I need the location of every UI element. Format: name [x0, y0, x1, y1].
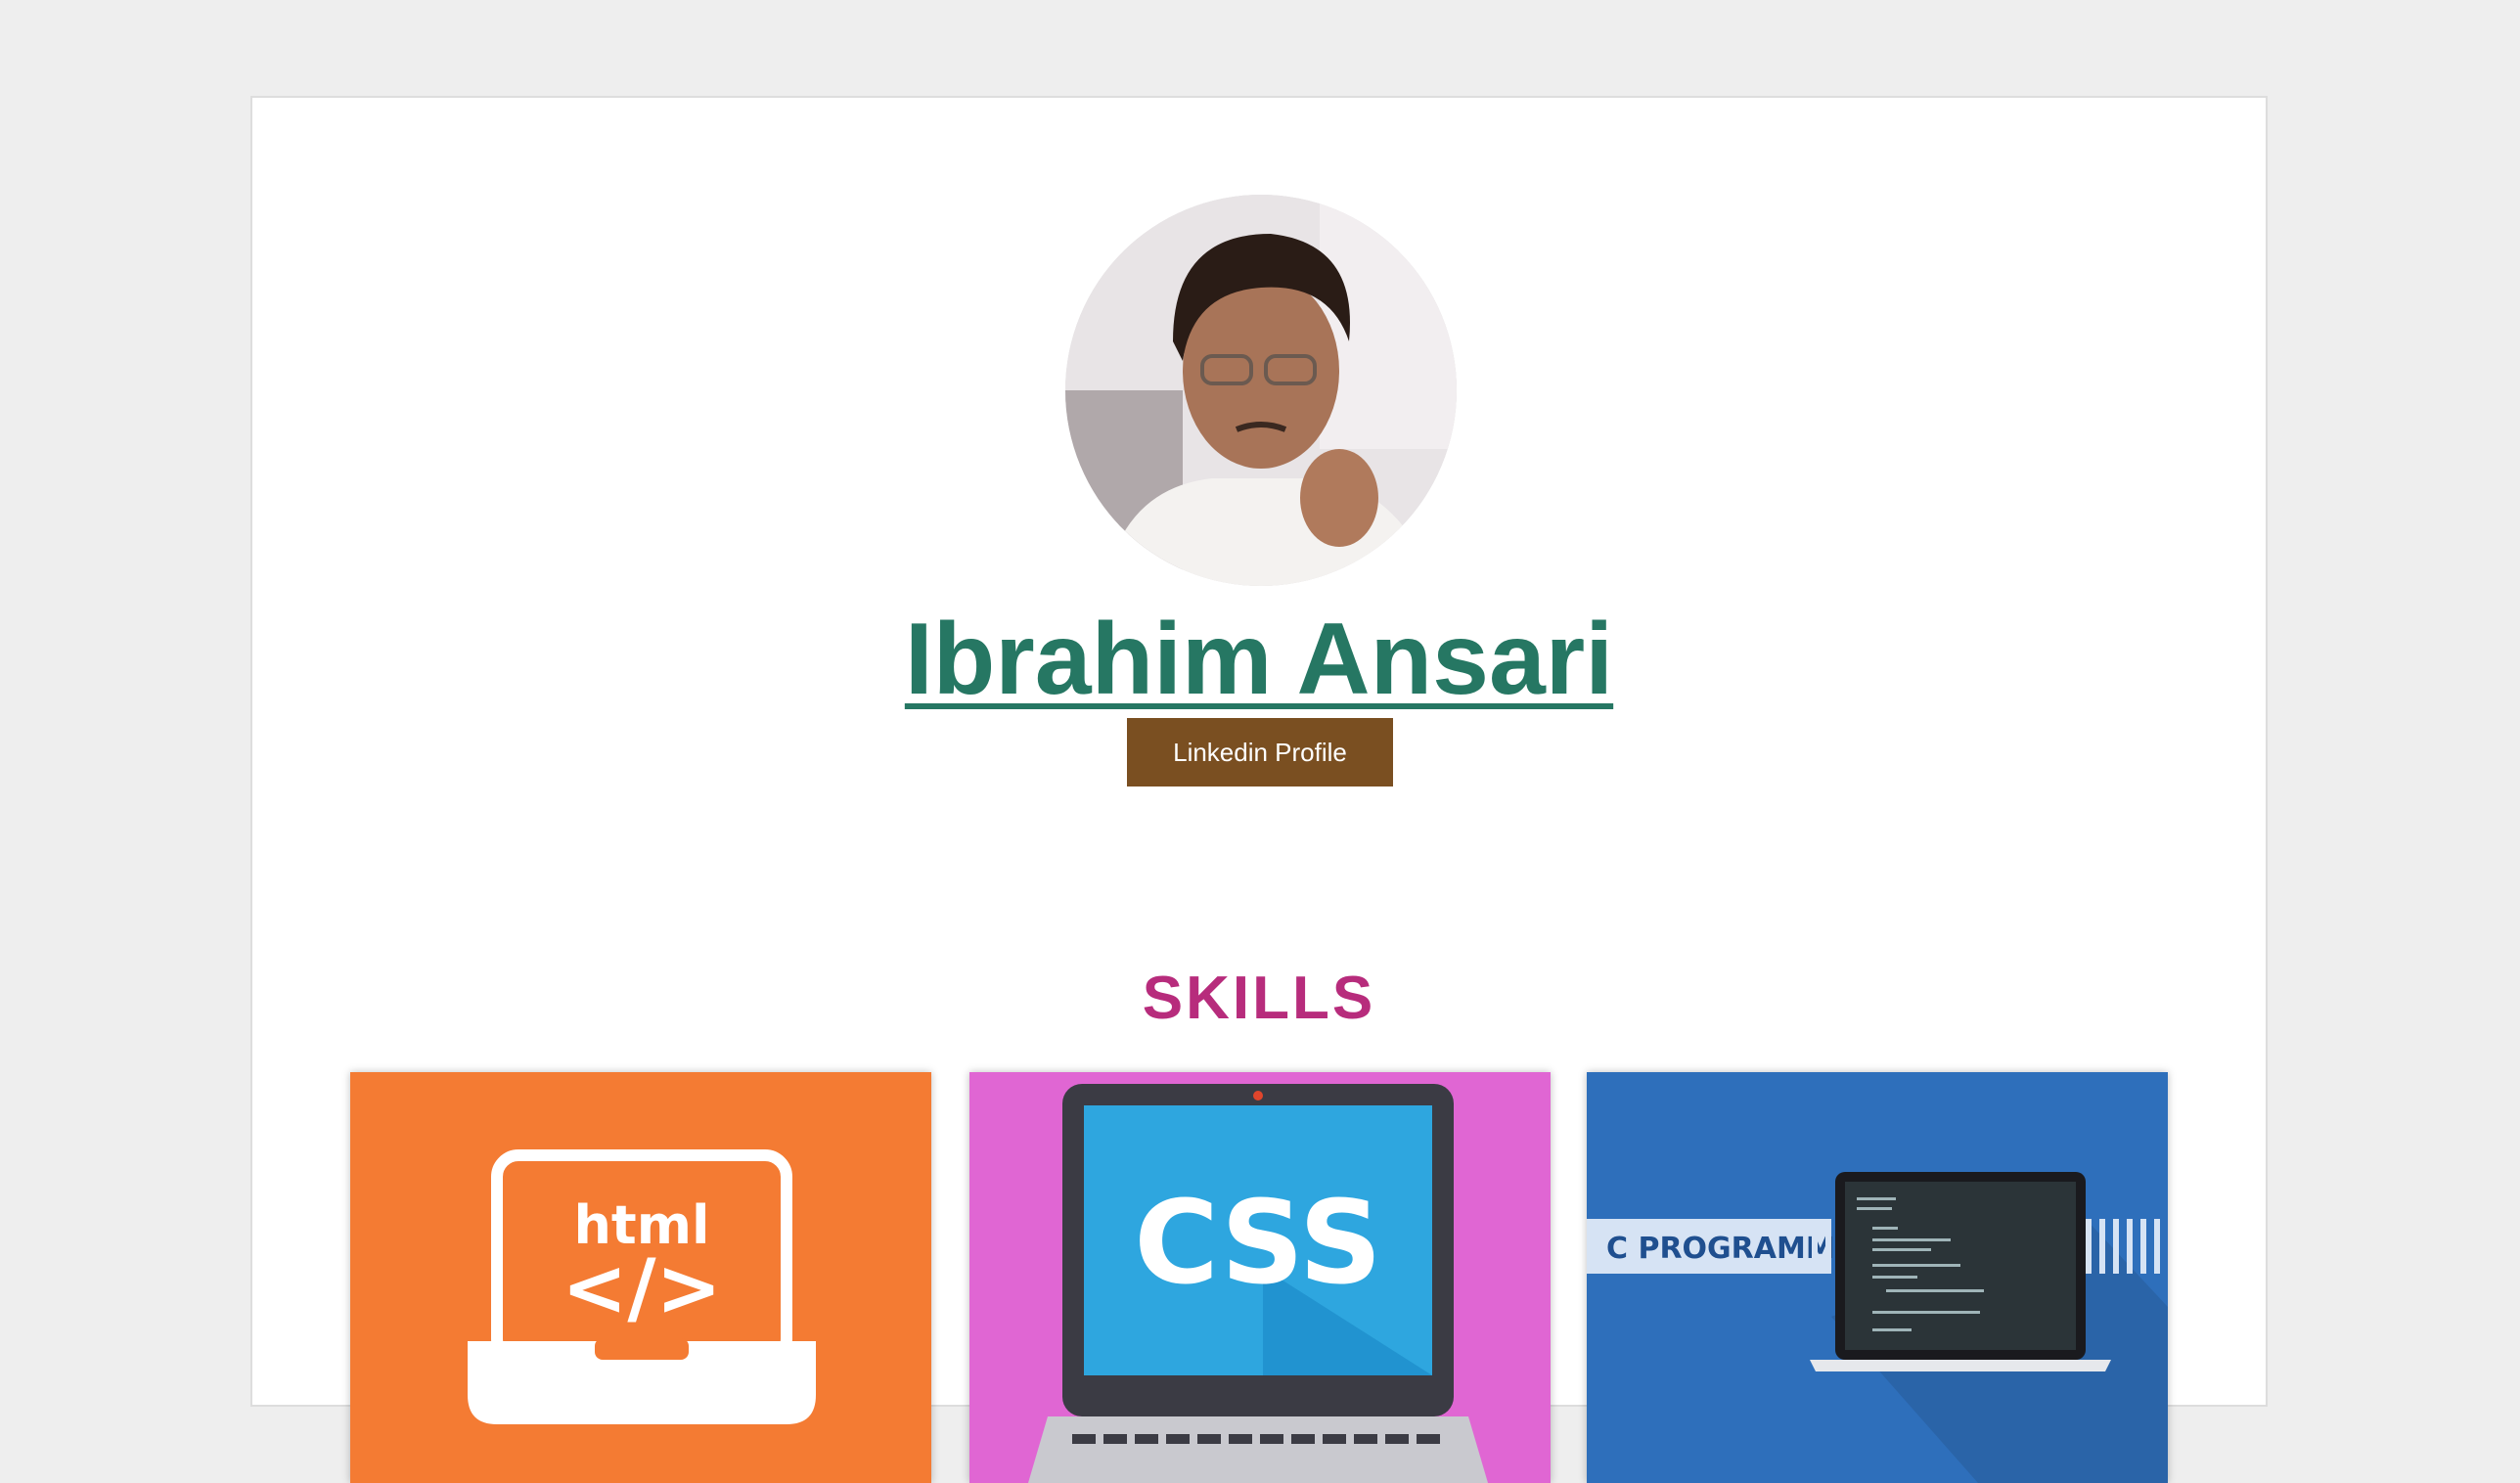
css-card-label: CSS: [1134, 1175, 1381, 1310]
page-container: Ibrahim Ansari Linkedin Profile SKILLS h…: [250, 96, 2268, 1483]
profile-name: Ibrahim Ansari: [904, 603, 1614, 716]
skills-heading: SKILLS: [1142, 965, 1376, 1032]
skill-card-html: html </>: [350, 1072, 931, 1483]
skill-card-c-programming: C PROGRAMMING: [1587, 1072, 2168, 1483]
profile-avatar: [1065, 195, 1457, 586]
linkedin-profile-button[interactable]: Linkedin Profile: [1127, 718, 1393, 786]
skill-card-css: CSS: [969, 1072, 1551, 1483]
html-card-symbol: </>: [562, 1242, 721, 1333]
